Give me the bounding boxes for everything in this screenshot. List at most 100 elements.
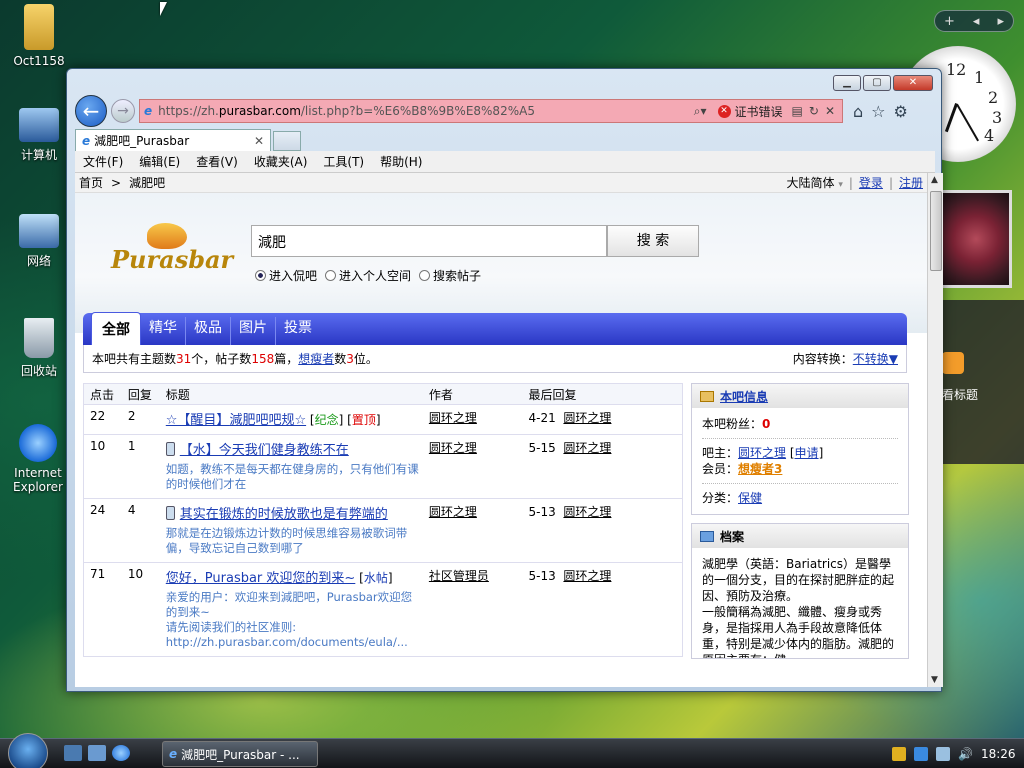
switch-windows-icon[interactable] xyxy=(88,745,106,761)
last-reply-user[interactable]: 圆环之理 xyxy=(563,569,611,583)
radio-search-posts[interactable]: 搜索帖子 xyxy=(419,267,481,284)
archive-text: 減肥學（英語：Bariatrics）是醫學的一個分支，目的在探討肥胖症的起因、預… xyxy=(702,557,895,658)
tools-gear-icon[interactable]: ⚙ xyxy=(894,102,908,121)
new-tab-button[interactable] xyxy=(273,131,301,151)
show-desktop-icon[interactable] xyxy=(64,745,82,761)
feed-headlines-gadget[interactable]: 看标题 xyxy=(938,300,1024,464)
tab-images[interactable]: 图片 xyxy=(231,317,276,345)
register-link[interactable]: 注册 xyxy=(899,174,923,191)
site-logo[interactable]: Purasbar xyxy=(111,245,233,274)
tab-featured[interactable]: 精华 xyxy=(141,317,186,345)
next-gadget-icon[interactable]: ▸ xyxy=(997,14,1004,29)
system-clock[interactable]: 18:26 xyxy=(981,747,1016,761)
forum-stats: 本吧共有主题数 31 个，帖子数 158 篇， 想瘦者数 3 位。 内容转换：不转换▼ xyxy=(83,345,907,373)
taskbar-ie-window[interactable]: e 減肥吧_Purasbar - ... xyxy=(162,741,318,767)
desktop-icon-computer[interactable]: 计算机 xyxy=(4,108,74,163)
login-link[interactable]: 登录 xyxy=(859,174,883,191)
bracket: ] xyxy=(818,446,824,460)
address-url[interactable]: https://zh.purasbar.com/list.php?b=%E6%B… xyxy=(158,104,691,118)
author-link[interactable]: 社区管理员 xyxy=(423,567,523,650)
author-link[interactable]: 圆环之理 xyxy=(423,439,523,492)
minimize-button[interactable]: ▁ xyxy=(833,75,861,91)
scroll-up-icon[interactable]: ▲ xyxy=(931,175,938,185)
window-controls: ▁ ▢ ✕ xyxy=(833,75,933,91)
menu-favorites[interactable]: 收藏夹(A) xyxy=(254,153,308,170)
refresh-icon[interactable]: ↻ xyxy=(809,104,819,118)
tab-best[interactable]: 极品 xyxy=(186,317,231,345)
thread-title-link[interactable]: 其实在锻炼的时候放歌也是有弊端的 xyxy=(180,507,388,522)
author-link[interactable]: 圆环之理 xyxy=(423,409,523,428)
last-reply-user[interactable]: 圆环之理 xyxy=(563,505,611,519)
archive-icon xyxy=(700,530,714,542)
thread-title-link[interactable]: 您好，Purasbar 欢迎您的到来~ xyxy=(166,571,356,586)
desktop-icon-network[interactable]: 网络 xyxy=(4,214,74,269)
search-button[interactable]: 搜 索 xyxy=(607,225,699,257)
stop-icon[interactable]: ✕ xyxy=(825,104,835,118)
forum-info-title[interactable]: 本吧信息 xyxy=(720,388,768,405)
thread-tag: 水帖 xyxy=(363,571,388,585)
radio-enter-bar[interactable]: 进入侃吧 xyxy=(255,267,317,284)
category-link[interactable]: 保健 xyxy=(738,491,762,505)
back-button[interactable]: ← xyxy=(75,95,107,127)
breadcrumb: 首页 > 減肥吧 大陆简体 ▾ | 登录 | 注册 xyxy=(75,173,927,193)
favorites-star-icon[interactable]: ☆ xyxy=(871,102,885,121)
forward-button[interactable]: → xyxy=(111,99,135,123)
column-header-author: 作者 xyxy=(428,387,453,402)
certificate-error-icon[interactable]: ✕ xyxy=(717,104,731,118)
click-count: 24 xyxy=(90,503,106,517)
apply-owner-link[interactable]: 申请 xyxy=(795,446,819,460)
prev-gadget-icon[interactable]: ◂ xyxy=(973,14,980,29)
desktop-icon-label: Internet Explorer xyxy=(13,466,63,494)
thread-title-link[interactable]: ☆【醒目】減肥吧吧规☆ xyxy=(166,413,306,428)
desktop-icon-recycle-bin[interactable]: 回收站 xyxy=(4,318,74,379)
archive-header: 档案 xyxy=(692,524,908,548)
certificate-error-label[interactable]: 证书错误 xyxy=(735,103,783,120)
content-convert: 内容转换：不转换▼ xyxy=(793,350,898,367)
radio-personal-space[interactable]: 进入个人空间 xyxy=(325,267,411,284)
menu-file[interactable]: 文件(F) xyxy=(83,153,123,170)
maximize-button[interactable]: ▢ xyxy=(863,75,891,91)
add-gadget-icon[interactable]: + xyxy=(944,14,955,29)
thread-title-cell: 您好，Purasbar 欢迎您的到来~ [水帖] 亲爱的用户：欢迎来到減肥吧，P… xyxy=(160,567,423,650)
search-input[interactable]: 減肥 xyxy=(251,225,607,257)
start-button[interactable] xyxy=(8,733,48,768)
home-icon[interactable]: ⌂ xyxy=(853,102,863,121)
compatibility-view-icon[interactable]: ▤ xyxy=(792,104,803,118)
volume-icon[interactable]: 🔊 xyxy=(958,747,973,761)
breadcrumb-home[interactable]: 首页 xyxy=(79,174,103,191)
owner-link[interactable]: 圆环之理 xyxy=(738,446,786,460)
radio-label: 进入侃吧 xyxy=(269,269,318,283)
url-path: /list.php?b=%E6%B8%9B%E8%82%A5 xyxy=(300,104,535,118)
members-link[interactable]: 想瘦者 xyxy=(298,350,334,367)
internet-explorer-quicklaunch-icon[interactable] xyxy=(112,745,130,761)
last-reply-user[interactable]: 圆环之理 xyxy=(563,441,611,455)
desktop-icon-folder[interactable]: Oct1158 xyxy=(4,4,74,68)
tab-all[interactable]: 全部 xyxy=(91,312,141,345)
address-bar[interactable]: e https://zh.purasbar.com/list.php?b=%E6… xyxy=(139,99,843,123)
desktop-icon-ie[interactable]: Internet Explorer xyxy=(0,424,76,494)
network-status-icon[interactable] xyxy=(936,747,950,761)
vertical-scrollbar[interactable]: ▲ ▼ xyxy=(927,173,943,687)
tab-polls[interactable]: 投票 xyxy=(276,317,320,345)
sidebar-gadget-controls[interactable]: + ◂ ▸ xyxy=(934,10,1014,32)
menu-view[interactable]: 查看(V) xyxy=(196,153,238,170)
browser-tab-active[interactable]: e 減肥吧_Purasbar ✕ xyxy=(75,129,271,151)
members-link[interactable]: 想瘦者3 xyxy=(738,462,782,476)
menu-help[interactable]: 帮助(H) xyxy=(380,153,422,170)
close-window-button[interactable]: ✕ xyxy=(893,75,933,91)
thread-tag: 置顶 xyxy=(351,413,376,427)
language-select[interactable]: 大陆简体 ▾ xyxy=(787,174,843,191)
menu-tools[interactable]: 工具(T) xyxy=(323,153,364,170)
close-tab-icon[interactable]: ✕ xyxy=(254,134,264,148)
slideshow-gadget[interactable] xyxy=(940,190,1012,288)
last-reply-user[interactable]: 圆环之理 xyxy=(563,411,611,425)
thread-title-link[interactable]: 【水】今天我们健身教练不在 xyxy=(180,443,349,458)
menu-edit[interactable]: 编辑(E) xyxy=(139,153,180,170)
convert-dropdown[interactable]: 不转换▼ xyxy=(853,352,898,366)
scrollbar-thumb[interactable] xyxy=(930,191,942,271)
scroll-down-icon[interactable]: ▼ xyxy=(931,675,938,685)
windows-update-icon[interactable] xyxy=(914,747,928,761)
search-icon[interactable]: ⌕▾ xyxy=(694,104,707,119)
security-shield-icon[interactable] xyxy=(892,747,906,761)
author-link[interactable]: 圆环之理 xyxy=(423,503,523,556)
